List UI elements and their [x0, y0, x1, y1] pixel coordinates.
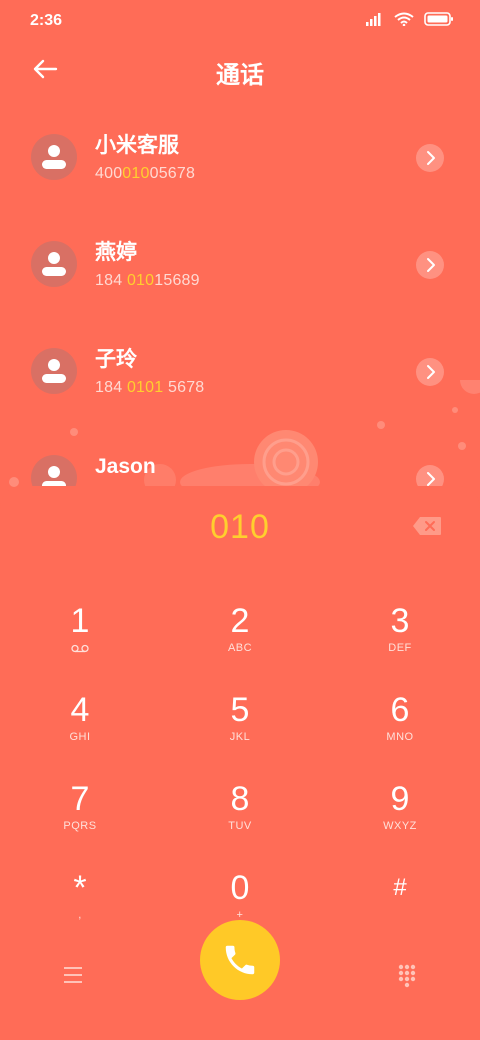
- avatar: [31, 348, 77, 394]
- backspace-icon[interactable]: [412, 516, 442, 536]
- key-digit: 0: [230, 869, 250, 907]
- detail-button[interactable]: [416, 251, 444, 279]
- signal-icon: [366, 13, 381, 26]
- key-letters: MNO: [386, 731, 414, 743]
- key-digit: 1: [70, 602, 90, 640]
- avatar: [31, 455, 77, 486]
- key-star[interactable]: * ,: [20, 869, 140, 949]
- key-letters: WXYZ: [383, 820, 417, 832]
- detail-button[interactable]: [416, 144, 444, 172]
- header: 通话: [0, 40, 480, 100]
- avatar: [31, 241, 77, 287]
- key-1[interactable]: 1: [20, 602, 140, 682]
- contact-item[interactable]: 子玲 184 0101 5678: [0, 340, 480, 420]
- contact-name: 小米客服: [95, 134, 179, 157]
- page-title: 通话: [216, 62, 264, 89]
- person-icon: [42, 466, 66, 486]
- chevron-right-icon: [427, 472, 435, 486]
- key-letters: ABC: [227, 642, 253, 654]
- menu-icon[interactable]: [60, 964, 86, 986]
- contact-item[interactable]: Jason: [0, 447, 480, 486]
- key-letters: ,: [78, 909, 82, 921]
- contact-number: 184 0101 5678: [95, 379, 205, 396]
- key-3[interactable]: 3 DEF: [340, 602, 460, 682]
- key-letters: DEF: [388, 642, 412, 654]
- avatar: [31, 134, 77, 180]
- status-bar: 2:36: [0, 0, 480, 40]
- contact-number: 184 01015689: [95, 272, 200, 289]
- keypad-icon[interactable]: [394, 962, 420, 988]
- key-letters: TUV: [228, 820, 252, 832]
- key-digit: #: [393, 874, 407, 901]
- status-icons: [366, 12, 454, 26]
- wifi-icon: [394, 12, 414, 26]
- person-icon: [42, 145, 66, 169]
- key-5[interactable]: 5 JKL: [180, 691, 300, 771]
- key-8[interactable]: 8 TUV: [180, 780, 300, 860]
- contact-name: 燕婷: [95, 241, 137, 264]
- key-digit: 2: [230, 602, 250, 640]
- key-digit: 9: [390, 780, 410, 818]
- phone-icon: [225, 945, 255, 975]
- contact-name: 子玲: [95, 348, 137, 371]
- person-icon: [42, 252, 66, 276]
- key-6[interactable]: 6 MNO: [340, 691, 460, 771]
- contact-number: 40001005678: [95, 165, 196, 182]
- key-letters: JKL: [229, 731, 251, 743]
- chevron-right-icon: [427, 365, 435, 379]
- detail-button[interactable]: [416, 358, 444, 386]
- contact-item[interactable]: 燕婷 184 01015689: [0, 233, 480, 313]
- status-time: 2:36: [30, 12, 63, 29]
- dialpad: 010 1 2 ABC 3 DEF 4 GHI 5 JKL 6 MNO 7 PQ…: [0, 486, 480, 1040]
- contact-name: Jason: [95, 455, 156, 478]
- key-digit: *: [73, 869, 87, 907]
- key-digit: 7: [70, 780, 90, 818]
- battery-icon: [424, 12, 453, 26]
- key-7[interactable]: 7 PQRS: [20, 780, 140, 860]
- dialed-number: 010: [210, 508, 270, 546]
- key-digit: 6: [390, 691, 410, 729]
- key-digit: 4: [70, 691, 90, 729]
- contact-item[interactable]: 小米客服 40001005678: [0, 126, 480, 206]
- key-2[interactable]: 2 ABC: [180, 602, 300, 682]
- key-letters: PQRS: [63, 820, 97, 832]
- key-digit: 3: [390, 602, 410, 640]
- key-4[interactable]: 4 GHI: [20, 691, 140, 771]
- key-9[interactable]: 9 WXYZ: [340, 780, 460, 860]
- person-icon: [42, 359, 66, 383]
- chevron-right-icon: [427, 258, 435, 272]
- key-digit: 5: [230, 691, 250, 729]
- key-letters: GHI: [69, 731, 91, 743]
- detail-button[interactable]: [416, 465, 444, 486]
- call-button[interactable]: [200, 920, 280, 1000]
- voicemail-icon: [71, 644, 89, 653]
- key-hash[interactable]: #: [340, 869, 460, 949]
- contact-list: 小米客服 40001005678 燕婷 184 01015689 子玲 184 …: [0, 104, 480, 486]
- key-digit: 8: [230, 780, 250, 818]
- chevron-right-icon: [427, 151, 435, 165]
